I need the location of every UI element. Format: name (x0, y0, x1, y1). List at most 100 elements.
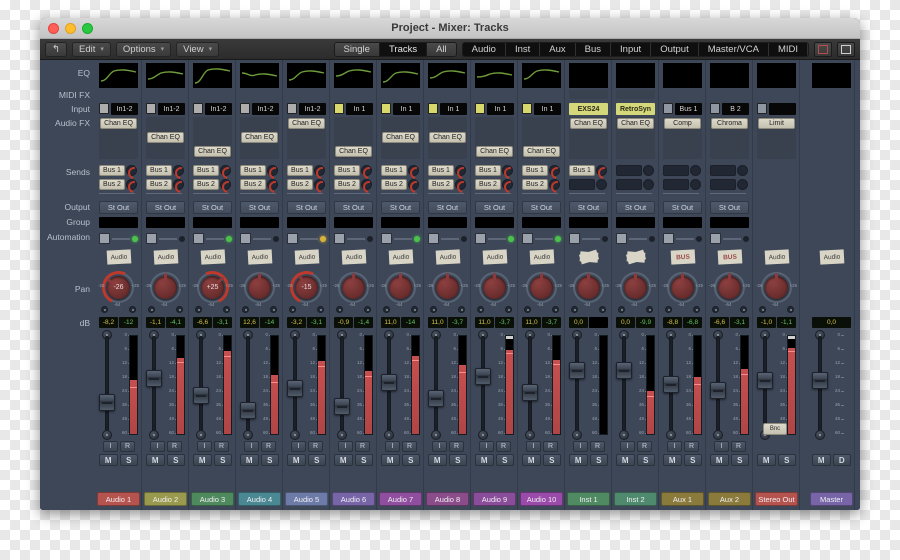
mute-button[interactable]: M (240, 454, 259, 466)
channel-name-plate[interactable]: Audio 6 (332, 492, 375, 506)
input-enable-led[interactable] (287, 103, 297, 114)
volume-fader[interactable] (193, 387, 209, 404)
send-level-knob[interactable] (126, 165, 137, 176)
input-enable-led[interactable] (334, 103, 344, 114)
solo-button[interactable]: S (213, 454, 232, 466)
pan-knob[interactable]: -26 +25 -64 (333, 272, 374, 307)
control-dot[interactable] (787, 306, 794, 313)
channel-strip-view-icon[interactable] (814, 41, 832, 57)
mute-button[interactable]: M (99, 454, 118, 466)
output-slot[interactable]: St Out (475, 201, 514, 214)
automation-mode-button[interactable] (569, 233, 580, 244)
send-level-knob[interactable] (737, 165, 748, 176)
channel-icon[interactable]: Audio (388, 249, 414, 265)
eq-thumbnail[interactable] (428, 63, 467, 88)
control-dot[interactable] (759, 306, 766, 313)
input-enable-led[interactable] (193, 103, 203, 114)
control-dot[interactable] (101, 306, 108, 313)
volume-fader[interactable] (99, 394, 115, 411)
send-level-knob[interactable] (220, 179, 231, 190)
output-slot[interactable]: St Out (522, 201, 561, 214)
volume-fader[interactable] (812, 372, 828, 389)
input-enable-led[interactable] (146, 103, 156, 114)
input-monitor-button[interactable]: I (432, 441, 447, 452)
mute-button[interactable]: M (193, 454, 212, 466)
options-menu[interactable]: Options ▾ (115, 41, 172, 57)
control-dot[interactable] (176, 306, 183, 313)
send-slot[interactable] (569, 179, 595, 190)
input-slot[interactable]: B 2 (722, 103, 749, 115)
channel-icon[interactable]: Audio (247, 249, 273, 265)
group-slot[interactable] (616, 217, 655, 228)
input-monitor-button[interactable]: I (620, 441, 635, 452)
channel-strip[interactable]: Bus 1 Comp St Out BUS -26 +25 -64 -8,8 -6,8 0 6 12 1… (659, 60, 706, 510)
control-dot[interactable] (364, 306, 371, 313)
input-enable-led[interactable] (475, 103, 485, 114)
send-slot[interactable]: Bus 1 (287, 165, 313, 176)
solo-button[interactable]: S (542, 454, 561, 466)
input-monitor-button[interactable]: I (385, 441, 400, 452)
solo-button[interactable]: S (166, 454, 185, 466)
volume-fader[interactable] (428, 390, 444, 407)
output-slot[interactable]: St Out (193, 201, 232, 214)
input-slot[interactable]: In 1 (440, 103, 467, 115)
control-dot[interactable] (524, 306, 531, 313)
channel-strip[interactable]: EXS24 Chan EQ Bus 1 St Out -26 +25 -64 0,0 0 6 12 1… (565, 60, 612, 510)
audio-fx-slot[interactable]: Chan EQ (570, 118, 607, 129)
input-monitor-button[interactable]: I (291, 441, 306, 452)
eq-thumbnail[interactable] (522, 63, 561, 88)
send-level-knob[interactable] (220, 165, 231, 176)
send-level-knob[interactable] (267, 179, 278, 190)
send-level-knob[interactable] (455, 165, 466, 176)
group-slot[interactable] (663, 217, 702, 228)
channel-strip[interactable]: In 1 Chan EQ Bus 1 Bus 2 St Out Audio -26 +25 -6… (518, 60, 565, 510)
filter-inst[interactable]: Inst (505, 42, 541, 56)
input-slot[interactable] (769, 103, 796, 115)
fader-track[interactable] (481, 336, 485, 434)
control-dot[interactable] (712, 306, 719, 313)
channel-icon[interactable]: Audio (819, 249, 845, 265)
channel-name-plate[interactable]: Audio 2 (144, 492, 187, 506)
eq-thumbnail[interactable] (193, 63, 232, 88)
send-slot[interactable]: Bus 2 (240, 179, 266, 190)
channel-strip[interactable]: In1-2 Chan EQ Bus 1 Bus 2 St Out Audio -26 +25-… (189, 60, 236, 510)
audio-fx-slot[interactable]: Chroma (711, 118, 748, 129)
send-level-knob[interactable] (502, 179, 513, 190)
group-slot[interactable] (522, 217, 561, 228)
channel-strip[interactable]: In1-2 Chan EQ Bus 1 Bus 2 St Out Audio -26 +25-… (283, 60, 330, 510)
group-slot[interactable] (569, 217, 608, 228)
db-value[interactable]: -3,2 (287, 317, 306, 328)
control-dot[interactable] (599, 306, 606, 313)
send-level-knob[interactable] (643, 179, 654, 190)
db-value[interactable]: 11,0 (522, 317, 541, 328)
channel-strip[interactable]: In1-2 Chan EQ Bus 1 Bus 2 St Out Audio -26 +25-… (236, 60, 283, 510)
record-enable-button[interactable]: R (637, 441, 652, 452)
group-slot[interactable] (240, 217, 279, 228)
send-slot[interactable]: Bus 2 (287, 179, 313, 190)
input-slot[interactable]: In1-2 (299, 103, 326, 115)
volume-fader[interactable] (475, 368, 491, 385)
send-level-knob[interactable] (173, 179, 184, 190)
eq-thumbnail[interactable] (287, 63, 326, 88)
db-value[interactable]: -6,6 (710, 317, 729, 328)
channel-icon[interactable]: Audio (200, 249, 226, 265)
channel-icon[interactable]: Audio (482, 249, 508, 265)
db-value[interactable]: -14 (401, 317, 420, 328)
send-slot[interactable]: Bus 1 (522, 165, 548, 176)
send-level-knob[interactable] (408, 165, 419, 176)
group-slot[interactable] (428, 217, 467, 228)
mute-button[interactable]: M (334, 454, 353, 466)
pan-knob[interactable]: -26 +25 -64 (145, 272, 186, 307)
control-dot[interactable] (477, 306, 484, 313)
db-value[interactable]: -12 (119, 317, 138, 328)
view-mode-all[interactable]: All (427, 42, 456, 56)
db-value[interactable]: 0,0 (812, 317, 851, 328)
input-monitor-button[interactable]: I (103, 441, 118, 452)
send-slot[interactable]: Bus 1 (381, 165, 407, 176)
close-button[interactable] (48, 22, 59, 34)
send-slot[interactable]: Bus 2 (522, 179, 548, 190)
output-slot[interactable]: St Out (334, 201, 373, 214)
fader-bottom-control[interactable] (525, 430, 535, 440)
record-enable-button[interactable]: R (449, 441, 464, 452)
input-enable-led[interactable] (522, 103, 532, 114)
